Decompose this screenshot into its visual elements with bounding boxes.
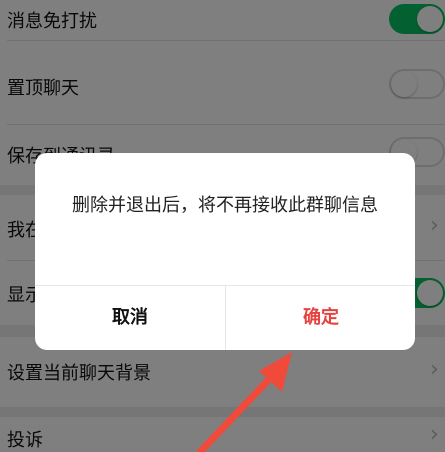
dialog-message: 删除并退出后，将不再接收此群聊信息 [72, 195, 378, 216]
cancel-button[interactable]: 取消 [35, 286, 225, 350]
exit-group-dialog: 删除并退出后，将不再接收此群聊信息 取消 确定 [35, 153, 415, 350]
chat-settings-screen: 消息免打扰 置顶聊天 保存到通讯录 我在本群的昵称 › 显示群成员昵称 设置当前… [0, 0, 445, 452]
confirm-button[interactable]: 确定 [226, 286, 415, 350]
